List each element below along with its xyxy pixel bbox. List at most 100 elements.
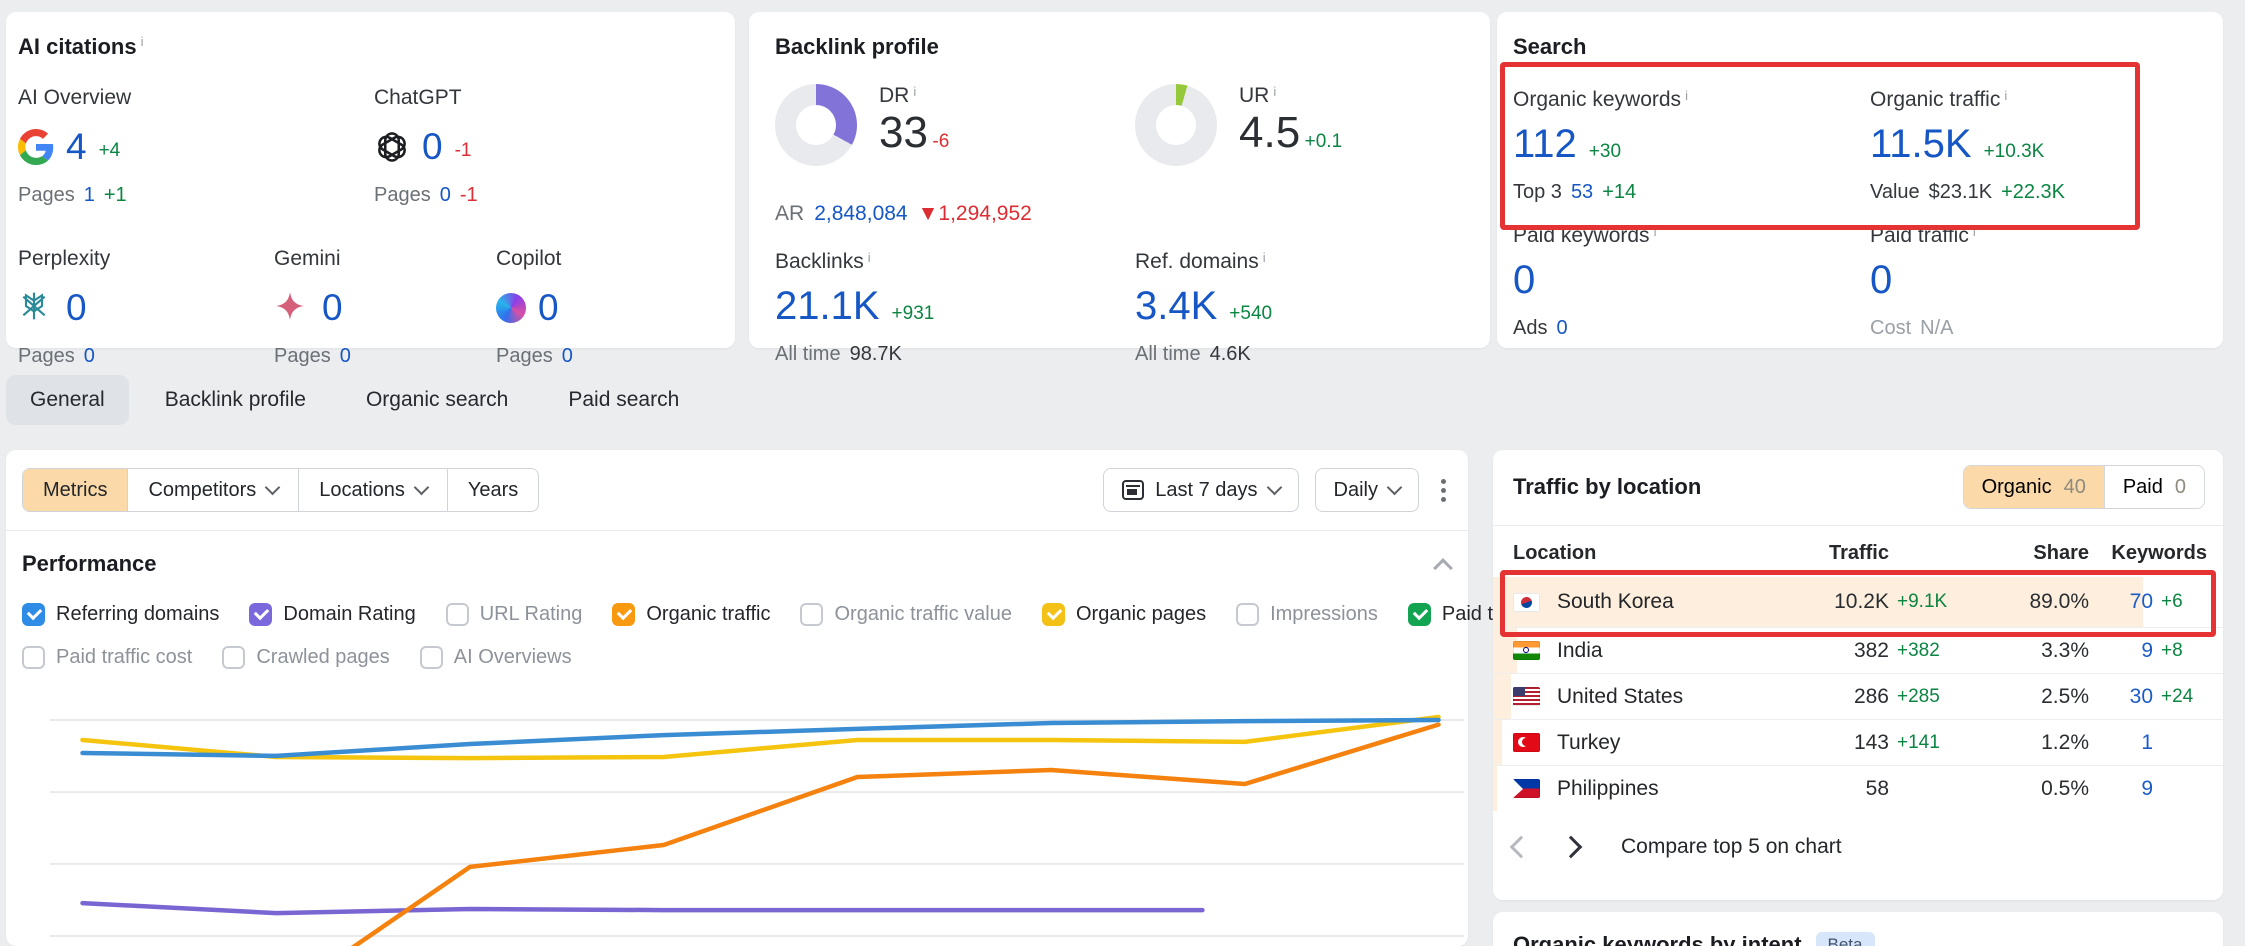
- ar-value[interactable]: 2,848,084: [814, 202, 907, 226]
- info-icon[interactable]: i: [913, 84, 916, 99]
- flag-india-icon: [1513, 641, 1540, 660]
- engine-chatgpt: ChatGPT 0 -1 Pages0-1: [374, 86, 478, 207]
- traffic-by-location-title: Traffic by location: [1513, 474, 1701, 500]
- perplexity-icon: [18, 290, 54, 326]
- locations-button[interactable]: Locations: [299, 469, 448, 511]
- ar-delta: ▼1,294,952: [918, 202, 1032, 226]
- checkbox-organic-traffic-value[interactable]: Organic traffic value: [800, 603, 1012, 626]
- tab-paid-search[interactable]: Paid search: [544, 375, 703, 425]
- checkbox-url-rating[interactable]: URL Rating: [446, 603, 583, 626]
- performance-line-chart: [50, 676, 1464, 946]
- toggle-paid[interactable]: Paid0: [2104, 466, 2204, 508]
- more-options-button[interactable]: [1435, 473, 1452, 508]
- ai-engines-row-2: Perplexity 0 Pages0 Gemini 0 Pages0: [18, 247, 717, 368]
- chatgpt-delta: -1: [455, 140, 472, 162]
- location-table-body: South Korea 10.2K +9.1K 89.0% 70 +6 Indi…: [1493, 577, 2223, 811]
- info-icon[interactable]: i: [1654, 224, 1657, 239]
- backlink-profile-title: Backlink profile: [775, 34, 1470, 60]
- next-page-icon[interactable]: [1560, 836, 1583, 859]
- dr-delta: -6: [932, 131, 949, 152]
- ur-value: 4.5: [1239, 108, 1300, 157]
- table-row-philippines[interactable]: Philippines 58 0.5% 9: [1493, 765, 2223, 811]
- chatgpt-icon: [374, 129, 410, 165]
- tab-general[interactable]: General: [6, 375, 129, 425]
- prev-page-icon[interactable]: [1510, 836, 1533, 859]
- metrics-button[interactable]: Metrics: [23, 469, 128, 511]
- keywords-by-intent-card: Organic keywords by intentBeta: [1493, 912, 2223, 946]
- tab-backlink-profile[interactable]: Backlink profile: [141, 375, 330, 425]
- info-icon[interactable]: i: [2004, 88, 2007, 103]
- flag-south-korea-icon: [1513, 593, 1540, 612]
- flag-united-states-icon: [1513, 687, 1540, 706]
- ai-overview-count: 4: [66, 126, 87, 168]
- analytics-dashboard: AI citationsi AI Overview 4 +4: [0, 0, 2245, 946]
- info-icon[interactable]: i: [141, 34, 144, 49]
- keywords-by-intent-title: Organic keywords by intent: [1513, 932, 1802, 946]
- years-button[interactable]: Years: [448, 469, 538, 511]
- granularity-button[interactable]: Daily: [1315, 468, 1419, 512]
- gemini-count: 0: [322, 287, 343, 329]
- competitors-button[interactable]: Competitors: [128, 469, 299, 511]
- domain-rating-donut: [775, 84, 857, 166]
- engine-perplexity: Perplexity 0 Pages0: [18, 247, 274, 368]
- toggle-organic[interactable]: Organic40: [1964, 466, 2104, 508]
- chatgpt-count: 0: [422, 126, 443, 168]
- engine-gemini: Gemini 0 Pages0: [274, 247, 496, 368]
- ur-label: URi: [1239, 84, 1342, 108]
- checkbox-referring-domains[interactable]: Referring domains: [22, 603, 219, 626]
- table-row-south-korea[interactable]: South Korea 10.2K +9.1K 89.0% 70 +6: [1493, 577, 2223, 627]
- copilot-count: 0: [538, 287, 559, 329]
- ahrefs-rank-line: AR 2,848,084 ▼1,294,952: [775, 202, 1135, 226]
- flag-philippines-icon: [1513, 779, 1540, 798]
- paid-keywords-block: Paid keywordsi 0 Ads0: [1513, 224, 1870, 340]
- paid-keywords-value[interactable]: 0: [1513, 258, 1535, 303]
- ref-domains-block: Ref. domainsi 3.4K+540 All time4.6K: [1135, 250, 1470, 366]
- engine-ai-overview: AI Overview 4 +4 Pages1+1: [18, 86, 374, 207]
- general-overview-card: Metrics Competitors Locations Years Last…: [6, 450, 1468, 946]
- chevron-down-icon: [414, 480, 430, 496]
- metric-checkbox-row-1: Referring domains Domain Rating URL Rati…: [6, 577, 1468, 626]
- compare-top5-link[interactable]: Compare top 5 on chart: [1621, 835, 1842, 859]
- tab-organic-search[interactable]: Organic search: [342, 375, 532, 425]
- checkbox-crawled-pages[interactable]: Crawled pages: [222, 646, 389, 669]
- gemini-icon: [274, 290, 310, 326]
- collapse-chevron-icon[interactable]: [1433, 558, 1453, 578]
- info-icon[interactable]: i: [1273, 84, 1276, 99]
- flag-turkey-icon: [1513, 733, 1540, 752]
- paid-traffic-block: Paid traffici 0 CostN/A: [1870, 224, 2203, 340]
- filter-bar: Metrics Competitors Locations Years Last…: [6, 450, 1468, 531]
- chevron-down-icon: [1266, 480, 1282, 496]
- info-icon[interactable]: i: [1685, 88, 1688, 103]
- info-icon[interactable]: i: [868, 250, 871, 265]
- ai-citations-title: AI citations: [18, 34, 137, 59]
- search-title: Search: [1513, 34, 2203, 60]
- chevron-down-icon: [265, 480, 281, 496]
- date-range-button[interactable]: Last 7 days: [1103, 468, 1298, 512]
- checkbox-paid-traffic-cost[interactable]: Paid traffic cost: [22, 646, 192, 669]
- info-icon[interactable]: i: [1263, 250, 1266, 265]
- checkbox-organic-pages[interactable]: Organic pages: [1042, 603, 1206, 626]
- checkbox-organic-traffic[interactable]: Organic traffic: [612, 603, 770, 626]
- dr-label: DRi: [879, 84, 949, 108]
- organic-traffic-value[interactable]: 11.5K: [1870, 122, 1972, 167]
- table-row-united-states[interactable]: United States 286 +285 2.5% 30 +24: [1493, 673, 2223, 719]
- traffic-by-location-card: Traffic by location Organic40 Paid0 Loca…: [1493, 450, 2223, 900]
- ref-domains-value[interactable]: 3.4K: [1135, 284, 1217, 329]
- checkbox-impressions[interactable]: Impressions: [1236, 603, 1378, 626]
- chevron-down-icon: [1387, 480, 1403, 496]
- section-tabbar: General Backlink profile Organic search …: [6, 375, 703, 425]
- checkbox-domain-rating[interactable]: Domain Rating: [249, 603, 415, 626]
- metric-checkbox-row-2: Paid traffic cost Crawled pages AI Overv…: [6, 626, 1468, 669]
- backlinks-value[interactable]: 21.1K: [775, 284, 880, 329]
- organic-keywords-block: Organic keywordsi 112+30 Top 353+14: [1513, 88, 1870, 204]
- organic-keywords-value[interactable]: 112: [1513, 122, 1577, 167]
- table-row-india[interactable]: India 382 +382 3.3% 9 +8: [1493, 627, 2223, 673]
- checkbox-ai-overviews[interactable]: AI Overviews: [420, 646, 572, 669]
- backlinks-block: Backlinksi 21.1K+931 All time98.7K: [775, 250, 1135, 366]
- performance-title: Performance: [22, 551, 157, 577]
- info-icon[interactable]: i: [1973, 224, 1976, 239]
- url-rating-donut: [1135, 84, 1217, 166]
- table-row-turkey[interactable]: Turkey 143 +141 1.2% 1: [1493, 719, 2223, 765]
- organic-traffic-block: Organic traffici 11.5K+10.3K Value$23.1K…: [1870, 88, 2203, 204]
- paid-traffic-value[interactable]: 0: [1870, 258, 1892, 303]
